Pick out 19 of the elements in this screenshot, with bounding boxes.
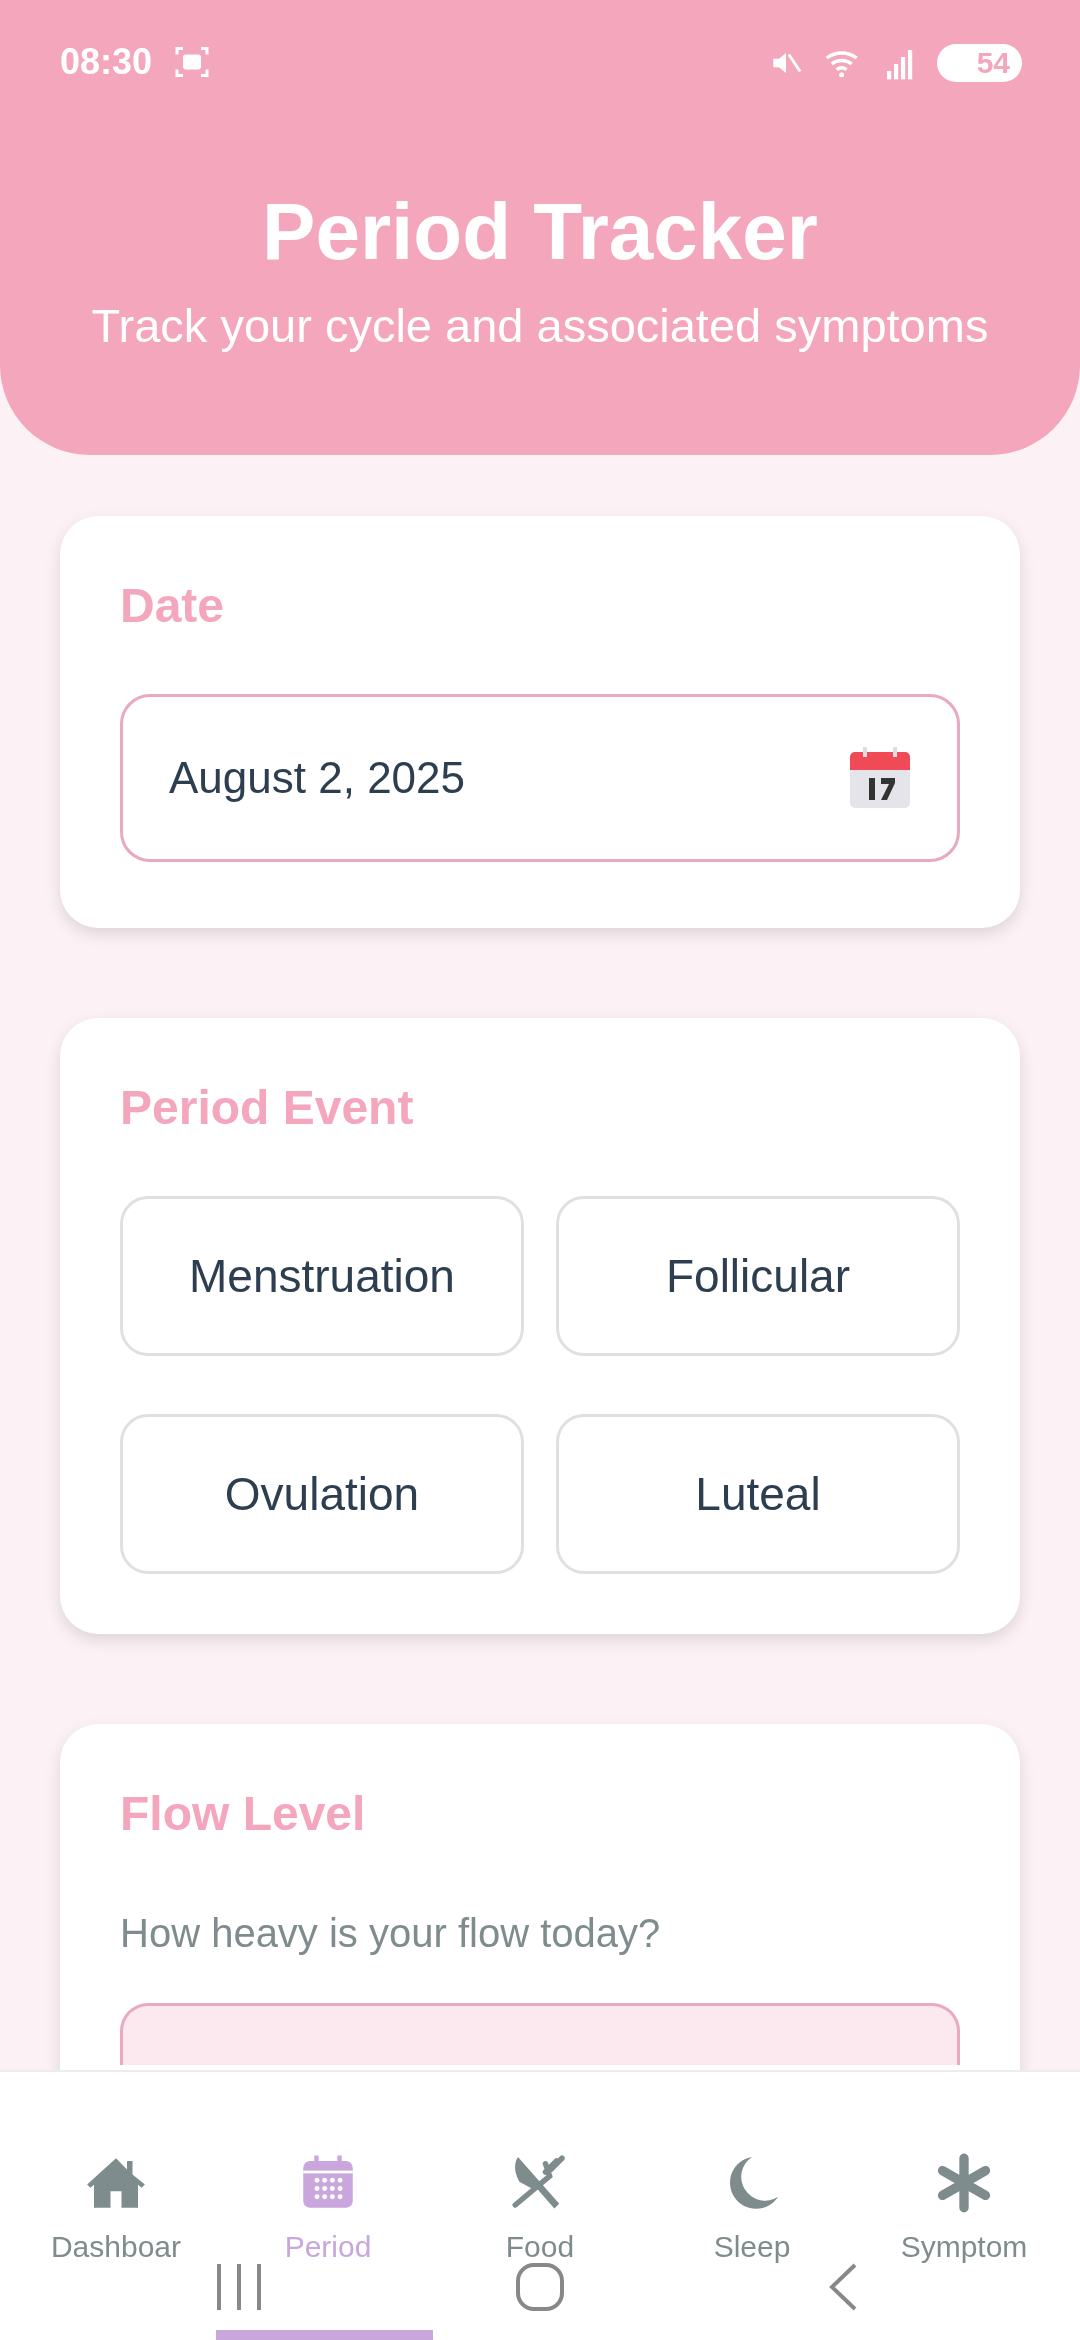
battery-indicator: 54 [936, 44, 1022, 82]
date-field[interactable]: August 2, 2025 [120, 694, 960, 862]
back-icon[interactable] [828, 2262, 858, 2312]
calendar-icon [849, 746, 911, 810]
event-option[interactable]: Follicular [556, 1196, 960, 1356]
page-subtitle: Track your cycle and associated symptoms [91, 298, 989, 353]
home-button-icon[interactable] [515, 2262, 565, 2312]
section-label: Flow Level [120, 1786, 367, 1842]
recents-icon[interactable] [216, 2262, 262, 2312]
event-option[interactable]: Menstruation [120, 1196, 524, 1356]
signal-icon [886, 48, 915, 80]
screenshot-icon [174, 44, 211, 80]
flow-question: How heavy is your flow today? [120, 1911, 662, 1956]
event-option[interactable]: Ovulation [120, 1414, 524, 1574]
section-label: Period Event [120, 1080, 415, 1136]
page-title: Period Tracker [262, 186, 818, 278]
event-option[interactable]: Luteal [556, 1414, 960, 1574]
section-label: Date [120, 578, 226, 634]
status-time: 08:30 [60, 40, 153, 84]
